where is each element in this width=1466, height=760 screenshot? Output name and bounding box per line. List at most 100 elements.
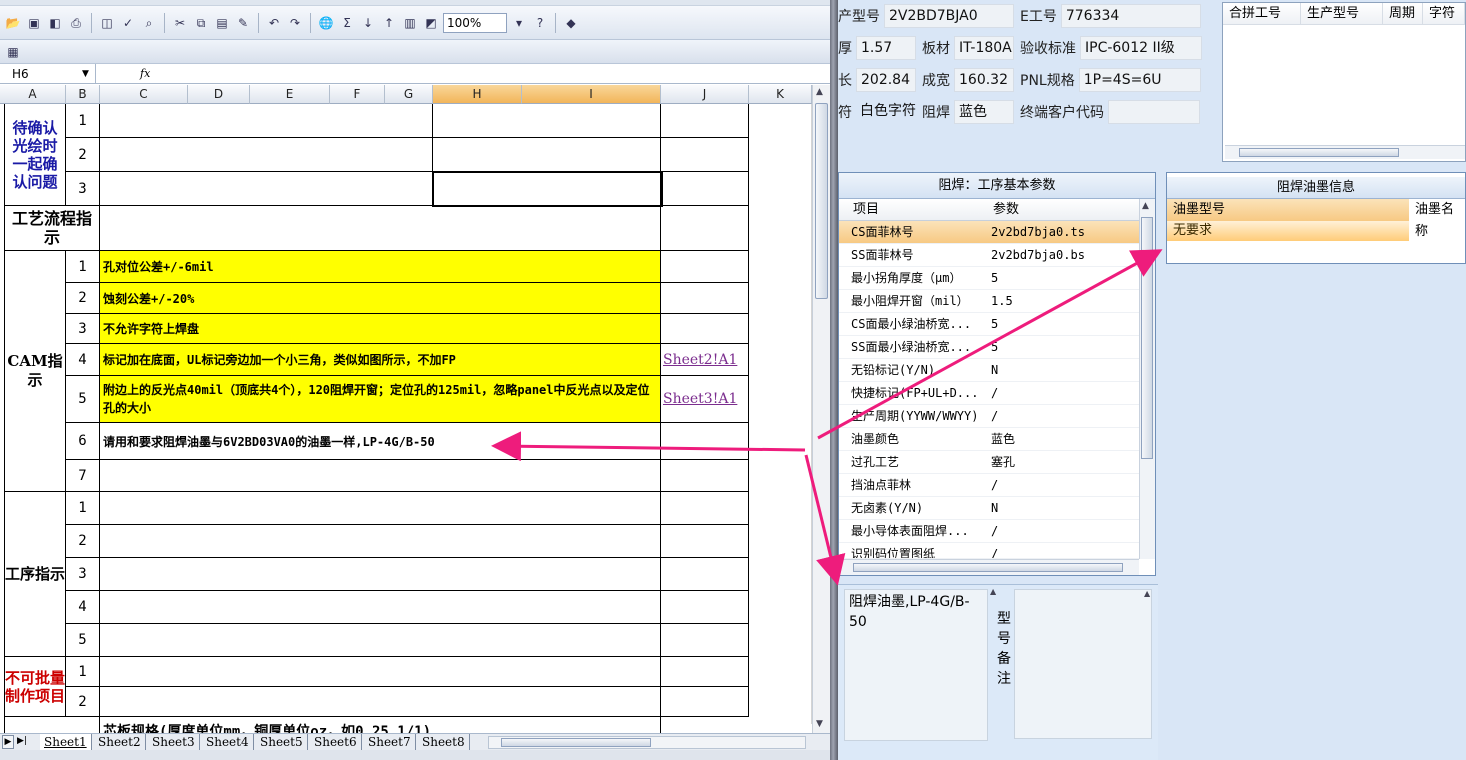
e-number-field[interactable]: 776334 [1060, 4, 1201, 28]
scroll-up-icon[interactable]: ▲ [1144, 589, 1156, 601]
column-header[interactable]: K [749, 85, 812, 104]
param-row[interactable]: 最小拐角厚度（μm） 5 [839, 267, 1139, 290]
cell[interactable] [433, 138, 661, 172]
param-row[interactable]: 最小导体表面阻焊... / [839, 520, 1139, 543]
param-row[interactable]: 挡油点菲林 / [839, 474, 1139, 497]
save-icon[interactable]: ▣ [25, 14, 43, 32]
cell[interactable] [661, 657, 749, 687]
fill-color-icon[interactable]: ◆ [562, 14, 580, 32]
combo-header-job[interactable]: 合拼工号 [1223, 3, 1301, 25]
sheet-tab-2[interactable]: Sheet2 [94, 734, 146, 750]
cell[interactable] [100, 624, 661, 657]
param-row[interactable]: 过孔工艺 塞孔 [839, 451, 1139, 474]
chart-wizard-icon[interactable]: ▥ [401, 14, 419, 32]
finished-width-field[interactable]: 160.32 [954, 68, 1014, 92]
combo-scroll-thumb[interactable] [1239, 148, 1399, 157]
sort-descending-icon[interactable]: ↑ [380, 14, 398, 32]
param-row[interactable]: 油墨颜色 蓝色 [839, 428, 1139, 451]
character-field[interactable]: 白色字符 [856, 100, 916, 124]
tab-last-icon[interactable]: ▶| [16, 735, 28, 749]
cell[interactable] [100, 206, 661, 251]
window-divider[interactable] [830, 0, 838, 760]
cell[interactable] [661, 492, 749, 525]
sheet-tab-8[interactable]: Sheet8 [418, 734, 470, 750]
board-material-field[interactable]: IT-180A [954, 36, 1014, 60]
column-header[interactable]: I [522, 85, 661, 104]
column-header[interactable]: H [433, 85, 522, 104]
sheet-tab-3[interactable]: Sheet3 [148, 734, 200, 750]
cam-instruction[interactable]: 请用和要求阻焊油墨与6V2BD03VA0的油墨一样,LP-4G/B-50 [100, 423, 661, 460]
column-header[interactable]: G [385, 85, 433, 104]
params-vertical-scrollbar[interactable]: ▲ [1139, 199, 1155, 559]
column-header[interactable]: B [66, 85, 100, 104]
ink-remark-text[interactable]: 阻焊油墨,LP-4G/B-50 [844, 589, 988, 741]
chevron-down-icon[interactable]: ▼ [82, 64, 94, 84]
param-row[interactable]: 快捷标记(FP+UL+D... / [839, 382, 1139, 405]
cam-instruction[interactable]: 标记加在底面，UL标记旁边加一个小三角，类似如图所示，不加FP [100, 344, 661, 376]
cut-icon[interactable]: ✂ [171, 14, 189, 32]
undo-icon[interactable]: ↶ [265, 14, 283, 32]
combo-header-character[interactable]: 字符 [1423, 3, 1465, 25]
sheet-tab-1[interactable]: Sheet1 [40, 734, 92, 750]
sort-ascending-icon[interactable]: ↓ [359, 14, 377, 32]
scroll-up-icon[interactable]: ▲ [816, 87, 823, 97]
drawing-icon[interactable]: ◩ [422, 14, 440, 32]
params-header-value[interactable]: 参数 [993, 199, 1019, 221]
acceptance-standard-field[interactable]: IPC-6012 II级 [1080, 36, 1202, 60]
cell[interactable] [661, 206, 749, 251]
cell[interactable] [100, 460, 661, 492]
spelling-icon[interactable]: ✓ [119, 14, 137, 32]
params-horizontal-scrollbar[interactable] [839, 559, 1139, 575]
combo-horizontal-scrollbar[interactable] [1225, 145, 1465, 159]
cell[interactable] [5, 717, 100, 733]
open-icon[interactable]: 📂 [4, 14, 22, 32]
param-row[interactable]: 生产周期(YYWW/WWYY) / [839, 405, 1139, 428]
vertical-scroll-thumb[interactable] [815, 103, 828, 299]
insert-function-icon[interactable]: fx [140, 64, 158, 84]
param-row[interactable]: CS面菲林号 2v2bd7bja0.ts [839, 221, 1139, 244]
research-icon[interactable]: ⌕ [140, 14, 158, 32]
combined-job-grid[interactable]: 合拼工号 生产型号 周期 字符 [1222, 2, 1466, 162]
horizontal-scrollbar[interactable] [488, 736, 806, 749]
cam-instruction[interactable]: 附边上的反光点40mil（顶底共4个），120阻焊开窗；定位孔的125mil，忽… [100, 376, 661, 423]
cell[interactable] [100, 104, 433, 138]
cam-instruction[interactable]: 不允许字符上焊盘 [100, 314, 661, 344]
cell[interactable] [100, 558, 661, 591]
cell[interactable] [661, 624, 749, 657]
cell[interactable] [661, 251, 749, 283]
autosum-icon[interactable]: Σ [338, 14, 356, 32]
redo-icon[interactable]: ↷ [286, 14, 304, 32]
column-header[interactable]: F [330, 85, 385, 104]
customer-code-field[interactable] [1108, 100, 1200, 124]
sheet-tab-7[interactable]: Sheet7 [364, 734, 416, 750]
cell[interactable] [100, 591, 661, 624]
cell[interactable] [433, 104, 661, 138]
ink-header-model[interactable]: 油墨型号 [1167, 199, 1409, 221]
hyperlink-sheet2[interactable]: Sheet2!A1 [661, 344, 749, 376]
hyperlink-sheet3[interactable]: Sheet3!A1 [661, 376, 749, 423]
copy-icon[interactable]: ⧉ [192, 14, 210, 32]
column-header[interactable]: J [661, 85, 749, 104]
pdf-icon[interactable]: ▦ [4, 43, 22, 61]
column-k-cells[interactable] [749, 104, 812, 724]
chevron-down-icon[interactable]: ▾ [510, 14, 528, 32]
params-hscroll-thumb[interactable] [853, 563, 1123, 572]
combo-header-period[interactable]: 周期 [1383, 3, 1423, 25]
cam-instruction[interactable]: 蚀刻公差+/-20% [100, 283, 661, 314]
cell[interactable] [661, 283, 749, 314]
param-row[interactable]: 无铅标记(Y/N) N [839, 359, 1139, 382]
cell[interactable] [661, 423, 749, 460]
cell[interactable] [100, 492, 661, 525]
scroll-down-icon[interactable]: ▼ [816, 719, 823, 729]
cell-h6[interactable] [433, 172, 661, 206]
cell[interactable] [661, 525, 749, 558]
cell[interactable] [100, 172, 433, 206]
tab-prev-icon[interactable]: ▶ [2, 735, 14, 749]
horizontal-scroll-thumb[interactable] [501, 738, 651, 747]
ink-header-name[interactable]: 油墨名称 [1409, 199, 1465, 239]
paste-icon[interactable]: ▤ [213, 14, 231, 32]
param-row[interactable]: CS面最小绿油桥宽... 5 [839, 313, 1139, 336]
sheet-grid[interactable]: A B C D E F G H I J K 待确认光绘时一起确认问题 1 2 3… [0, 85, 812, 733]
cell[interactable] [661, 591, 749, 624]
help-icon[interactable]: ? [531, 14, 549, 32]
